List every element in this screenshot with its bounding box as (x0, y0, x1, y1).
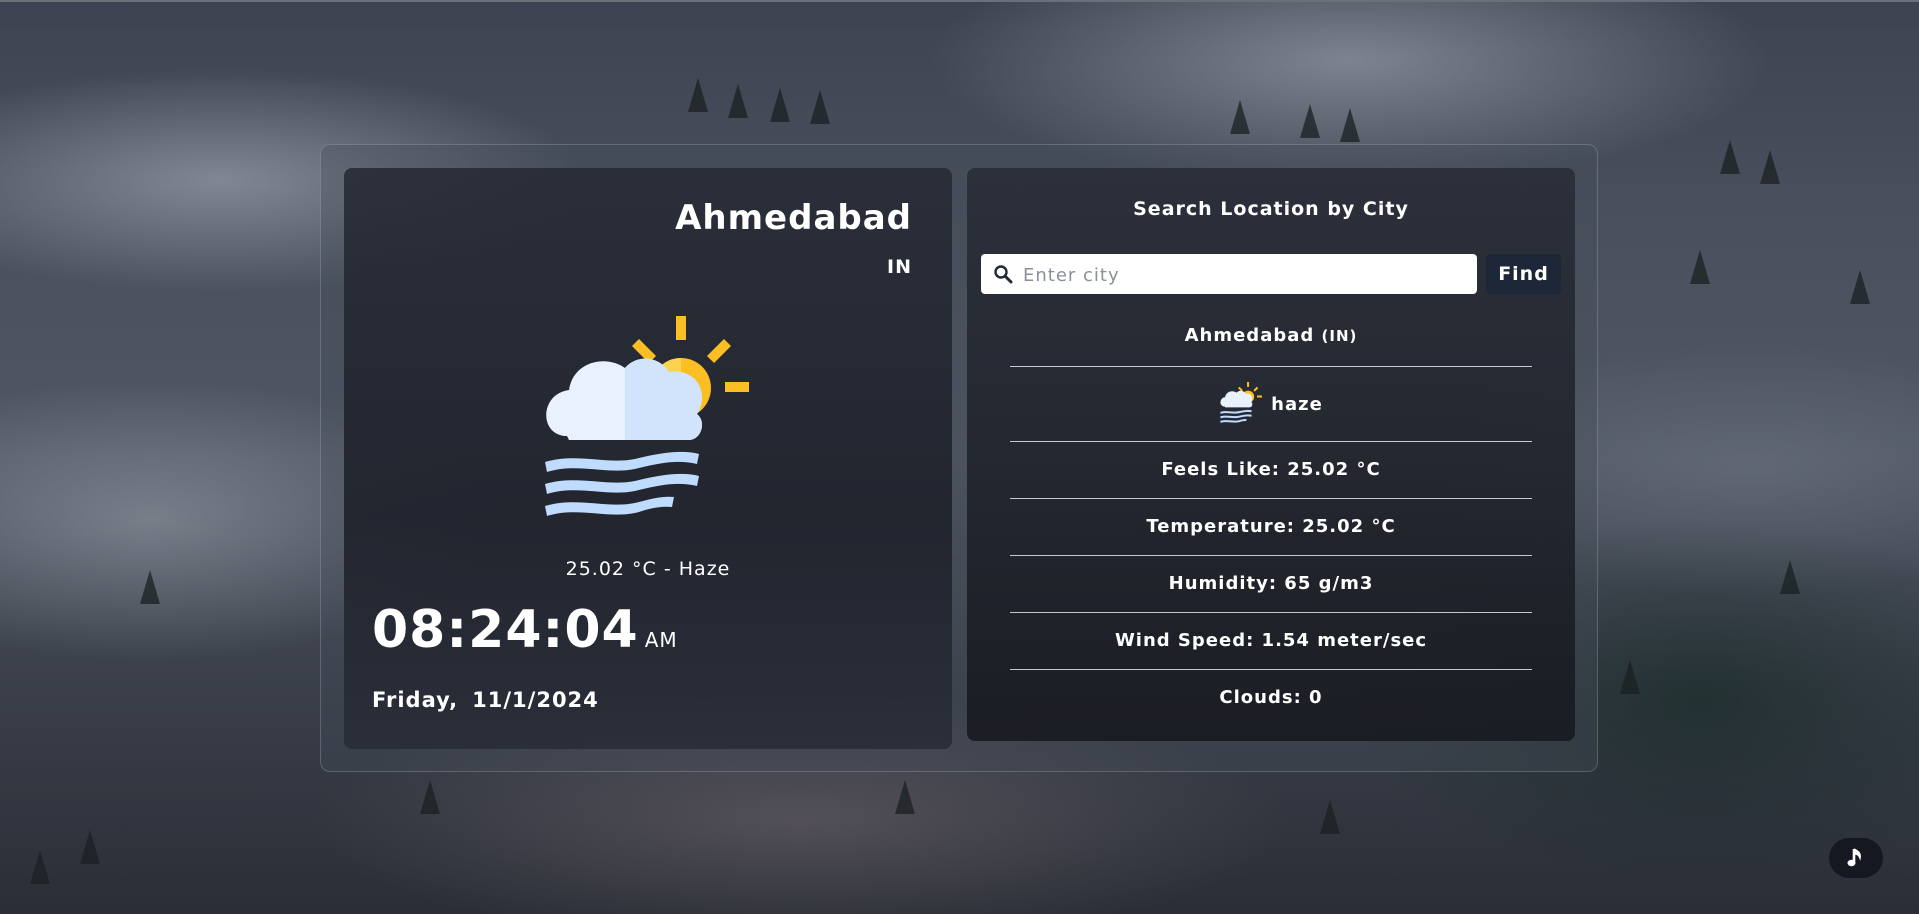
detail-city: Ahmedabad (1184, 325, 1315, 346)
search-field[interactable] (981, 254, 1477, 296)
detail-humidity: Humidity: 65 g/m3 (1010, 556, 1532, 613)
detail-wind-speed: Wind Speed: 1.54 meter/sec (1010, 613, 1532, 670)
tree-silhouette (140, 570, 160, 604)
tree-silhouette (30, 850, 50, 884)
weather-details-list: Ahmedabad (IN) haze Feels Like: 25.02 °C… (1010, 310, 1532, 727)
city-name: Ahmedabad (675, 198, 912, 238)
search-icon (994, 265, 1013, 284)
detail-condition: haze (1010, 367, 1532, 442)
tree-silhouette (1320, 800, 1340, 834)
weekday: Friday, (372, 688, 459, 712)
find-button[interactable]: Find (1486, 254, 1561, 294)
tree-silhouette (1230, 100, 1250, 134)
current-weather-panel: Ahmedabad IN 25.02 °C - Haze 08:24:04 AM … (344, 168, 952, 749)
tree-silhouette (1780, 560, 1800, 594)
country-code: IN (887, 256, 912, 278)
tree-silhouette (1340, 108, 1360, 142)
tree-silhouette (420, 780, 440, 814)
clock-time: 08:24:04 (372, 600, 639, 660)
detail-feels-like: Feels Like: 25.02 °C (1010, 442, 1532, 499)
cloud-sun-haze-icon (1220, 382, 1263, 423)
music-note-icon (1847, 848, 1861, 867)
clock: 08:24:04 AM (372, 600, 678, 660)
detail-clouds: Clouds: 0 (1219, 687, 1323, 708)
tree-silhouette (1300, 104, 1320, 138)
tree-silhouette (1690, 250, 1710, 284)
temperature-summary: 25.02 °C - Haze (565, 558, 731, 580)
music-toggle-button[interactable] (1829, 838, 1883, 878)
tree-silhouette (1760, 150, 1780, 184)
tree-silhouette (810, 90, 830, 124)
detail-temperature: Temperature: 25.02 °C (1010, 499, 1532, 556)
detail-country: (IN) (1321, 327, 1358, 345)
condition-label: haze (1271, 393, 1323, 415)
detail-location: Ahmedabad (IN) (1010, 310, 1532, 367)
date: 11/1/2024 (472, 688, 599, 712)
date-line: Friday, 11/1/2024 (372, 688, 599, 712)
tree-silhouette (1620, 660, 1640, 694)
tree-silhouette (1720, 140, 1740, 174)
search-panel: Search Location by City Find Ahmedabad (… (967, 168, 1575, 741)
tree-silhouette (895, 780, 915, 814)
cloud-sun-haze-icon (539, 316, 754, 531)
clock-ampm: AM (644, 628, 678, 652)
search-title: Search Location by City (1133, 198, 1409, 220)
tree-silhouette (80, 830, 100, 864)
city-search-input[interactable] (1021, 254, 1465, 296)
tree-silhouette (688, 78, 708, 112)
tree-silhouette (1850, 270, 1870, 304)
top-border (0, 0, 1919, 2)
tree-silhouette (770, 88, 790, 122)
tree-silhouette (728, 84, 748, 118)
